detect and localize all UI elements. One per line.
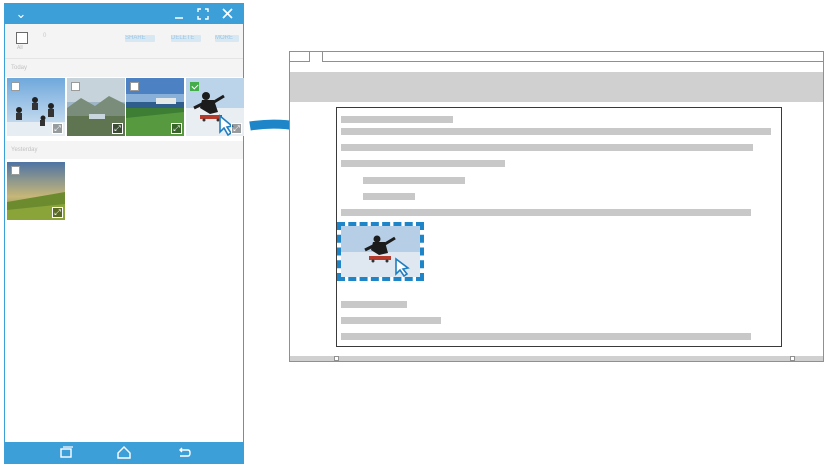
document-ribbon — [290, 72, 823, 102]
text-line — [341, 144, 753, 151]
text-line — [341, 317, 441, 324]
text-line — [341, 116, 453, 123]
horizontal-scrollbar[interactable] — [290, 356, 823, 361]
scrollbar-end-handle[interactable] — [790, 356, 795, 361]
text-line — [341, 301, 407, 308]
text-line — [341, 160, 505, 167]
document-tab-strip — [290, 51, 823, 62]
dropped-skateboard-photo — [341, 226, 420, 277]
document-tab[interactable] — [309, 51, 323, 62]
text-line — [341, 333, 751, 340]
text-line — [363, 193, 415, 200]
document-window — [289, 51, 824, 362]
image-drop-target[interactable] — [337, 222, 424, 281]
text-line — [341, 209, 751, 216]
scrollbar-start-handle[interactable] — [334, 356, 339, 361]
text-line — [363, 177, 465, 184]
text-line — [341, 128, 771, 135]
